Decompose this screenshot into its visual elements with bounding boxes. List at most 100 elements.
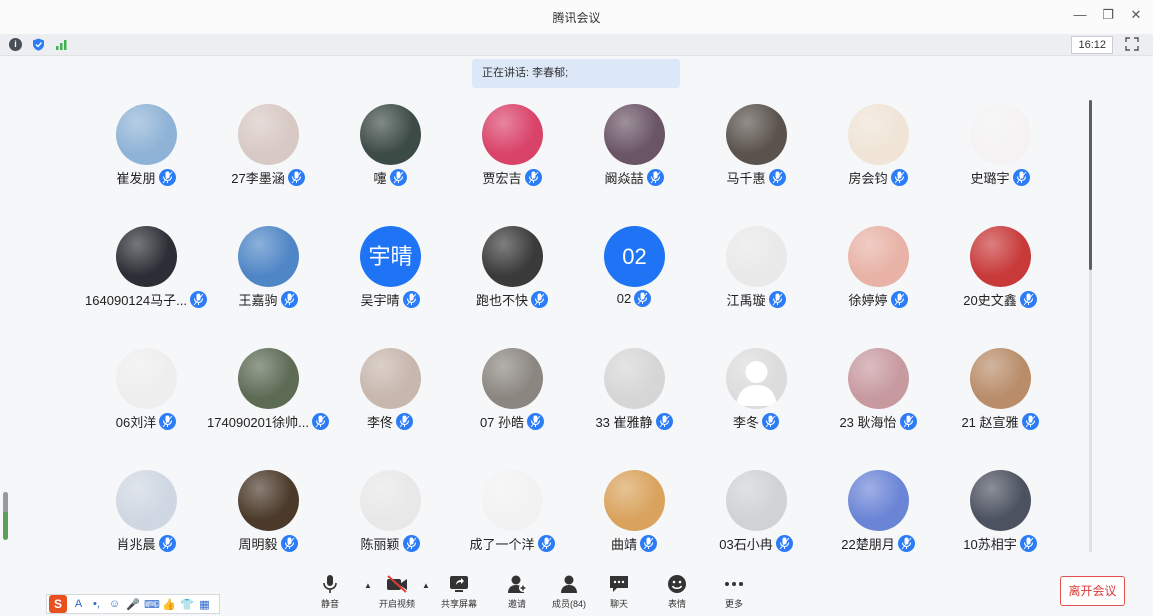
- info-icon[interactable]: i: [9, 38, 22, 51]
- minimize-icon[interactable]: —: [1073, 8, 1087, 22]
- microphone-icon: [323, 575, 337, 593]
- participant-name: 陈丽颖: [360, 537, 400, 552]
- video-options-caret[interactable]: ▲: [422, 581, 430, 590]
- microphone-icon: [389, 169, 407, 186]
- participant-name: 21 赵宣雅: [961, 415, 1019, 430]
- share-screen-icon: [450, 576, 468, 592]
- smile-icon: [668, 575, 686, 593]
- emoji-button[interactable]: 表情: [649, 574, 705, 614]
- microphone-icon: [527, 413, 545, 430]
- microphone-icon: [899, 413, 917, 430]
- avatar: [360, 470, 421, 531]
- avatar: [848, 226, 909, 287]
- ime-mode-icon[interactable]: A: [72, 598, 85, 610]
- restore-icon[interactable]: ❐: [1101, 8, 1115, 22]
- ime-voice-icon[interactable]: 🎤: [126, 598, 140, 611]
- participant-name: 贾宏吉: [482, 171, 522, 186]
- avatar: [116, 104, 177, 165]
- participant-name: 房会钧: [848, 171, 888, 186]
- microphone-icon: [1019, 291, 1037, 308]
- avatar: [116, 348, 177, 409]
- participant-name: 王嘉驹: [238, 293, 278, 308]
- microphone-icon: [768, 169, 786, 186]
- avatar: [604, 104, 665, 165]
- microphone-icon: [768, 291, 786, 308]
- avatar: [848, 348, 909, 409]
- avatar: [604, 348, 665, 409]
- participant-grid: 崔发朋 27李墨涵 嚏 贾宏吉 阚焱喆 马千惠 房会钧 史璐宇 164090124马子... 王嘉…: [85, 104, 1085, 554]
- microphone-icon: [762, 413, 779, 430]
- participant-name: 阚焱喆: [604, 171, 644, 186]
- participant-name: 174090201徐帅...: [207, 415, 309, 430]
- members-icon: [561, 575, 577, 593]
- signal-icon[interactable]: [55, 38, 68, 51]
- ime-toolbox-icon[interactable]: ▦: [198, 598, 211, 611]
- microphone-icon: [158, 535, 176, 552]
- microphone-icon: [402, 291, 420, 308]
- fullscreen-icon[interactable]: [1125, 37, 1139, 51]
- more-label: 更多: [724, 599, 743, 609]
- participant-name: 江禹璇: [726, 293, 766, 308]
- ime-emoji-icon[interactable]: ☺: [108, 598, 121, 610]
- share-label: 共享屏幕: [440, 599, 477, 609]
- participant-name-line: 10苏相宇: [919, 534, 1081, 553]
- video-button[interactable]: 开启视频: [369, 574, 425, 614]
- shield-icon[interactable]: [32, 38, 45, 51]
- invite-button[interactable]: 邀请: [489, 574, 545, 614]
- avatar: [970, 104, 1031, 165]
- share-screen-button[interactable]: 共享屏幕: [431, 574, 487, 614]
- ime-punct-icon[interactable]: •,: [90, 598, 103, 610]
- avatar: [482, 104, 543, 165]
- microphone-icon: [897, 535, 915, 552]
- more-dots-icon: [725, 582, 743, 586]
- microphone-icon: [287, 169, 305, 186]
- ime-keyboard-icon[interactable]: ⌨: [144, 598, 160, 611]
- meeting-clock: 16:12: [1071, 36, 1113, 54]
- participant-name: 李冬: [732, 415, 759, 430]
- avatar: [238, 470, 299, 531]
- window-title: 腾讯会议: [552, 11, 601, 25]
- avatar: [726, 470, 787, 531]
- avatar: [360, 348, 421, 409]
- more-button[interactable]: 更多: [706, 574, 762, 614]
- participant-name: 周明毅: [238, 537, 278, 552]
- ime-thumb-icon[interactable]: 👍: [162, 598, 176, 611]
- mute-button[interactable]: 静音: [302, 574, 358, 614]
- chat-button[interactable]: 聊天: [591, 574, 647, 614]
- participant-name: 崔发朋: [116, 171, 156, 186]
- participant-tile[interactable]: 史璐宇: [939, 104, 1061, 194]
- microphone-icon: [402, 535, 420, 552]
- members-button[interactable]: 成员(84): [541, 574, 597, 614]
- participant-name: 33 崔雅静: [595, 415, 653, 430]
- leave-meeting-button[interactable]: 离开会议: [1060, 576, 1125, 606]
- ime-skin-icon[interactable]: 👕: [180, 598, 194, 611]
- microphone-icon: [634, 290, 652, 307]
- microphone-icon: [280, 535, 298, 552]
- close-icon[interactable]: ✕: [1129, 8, 1143, 22]
- participant-name: 07 孙皓: [479, 415, 525, 430]
- participant-name: 22楚朋月: [841, 537, 895, 552]
- title-bar: 腾讯会议 — ❐ ✕: [0, 0, 1153, 34]
- scrollbar-thumb[interactable]: [1089, 100, 1092, 270]
- microphone-icon: [159, 413, 177, 430]
- avatar: [482, 348, 543, 409]
- participant-name: 20史文鑫: [963, 293, 1017, 308]
- participant-name: 06刘洋: [115, 415, 157, 430]
- avatar: [726, 226, 787, 287]
- sogou-logo-icon[interactable]: S: [49, 595, 67, 613]
- participant-name: 史璐宇: [970, 171, 1010, 186]
- avatar: [848, 104, 909, 165]
- participant-tile[interactable]: 20史文鑫: [939, 226, 1061, 316]
- avatar: [848, 470, 909, 531]
- video-label: 开启视频: [378, 599, 415, 609]
- avatar: [604, 470, 665, 531]
- microphone-icon: [775, 535, 793, 552]
- participant-tile[interactable]: 10苏相宇: [939, 470, 1061, 560]
- participant-tile[interactable]: 21 赵宣雅: [939, 348, 1061, 438]
- avatar: [726, 104, 787, 165]
- avatar: [238, 226, 299, 287]
- mute-label: 静音: [320, 599, 339, 609]
- window-controls: — ❐ ✕: [1073, 8, 1143, 22]
- avatar: [116, 470, 177, 531]
- microphone-icon: [890, 291, 908, 308]
